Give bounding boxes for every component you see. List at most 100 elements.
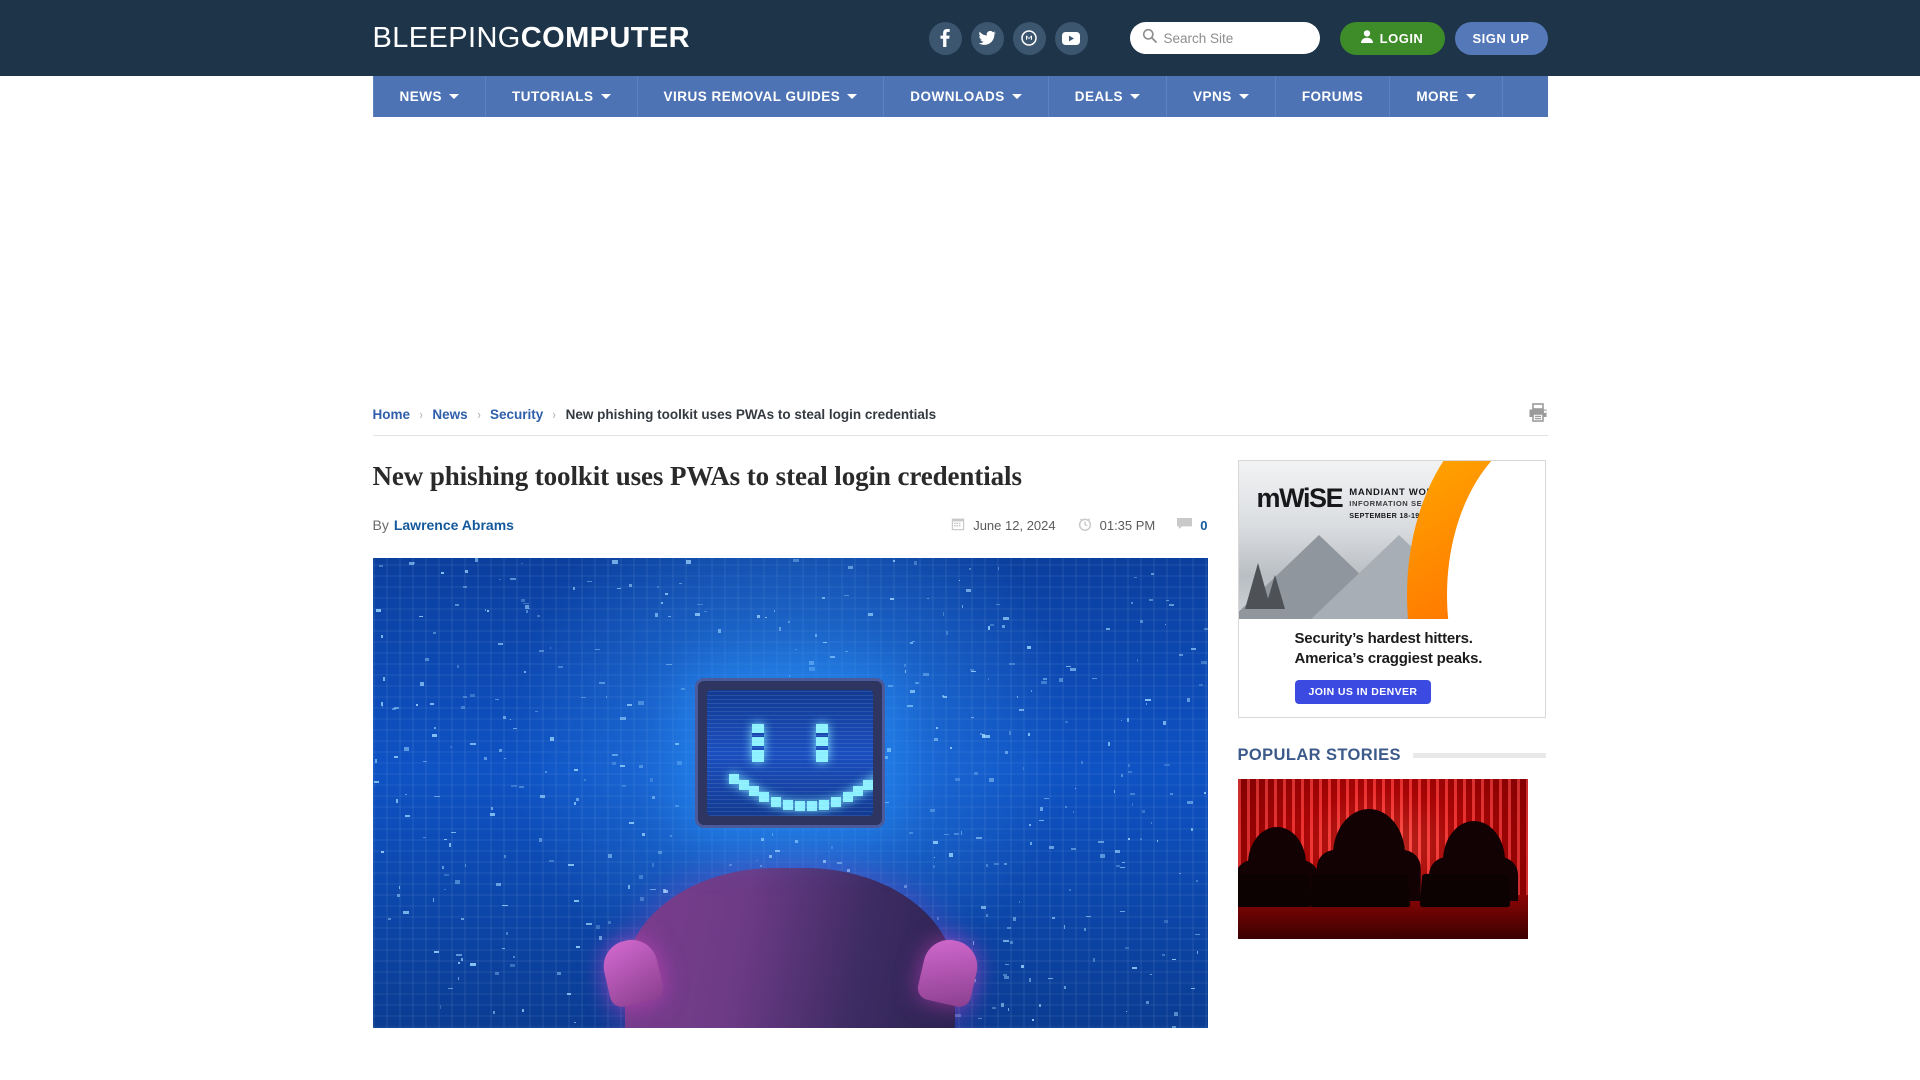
hero-pixel [718,629,721,633]
hero-pixel [937,917,938,920]
hero-pixel [888,685,893,687]
hero-pixel [655,613,658,617]
article-main: New phishing toolkit uses PWAs to steal … [373,460,1208,1028]
hero-pixel [1092,678,1097,679]
chevron-down-icon [847,94,857,99]
hero-pixel [909,832,913,834]
login-button[interactable]: LOGIN [1340,22,1445,55]
hero-pixel [550,647,551,649]
hero-pixel [502,948,505,949]
hero-pixel [966,589,971,592]
hero-pixel [451,832,456,833]
breadcrumb-item-security[interactable]: Security [490,407,543,422]
hero-pixel [457,665,460,668]
hero-pixel [823,642,827,643]
hero-pixel [465,570,468,573]
ad-headline-2: America’s craggiest peaks. [1295,649,1545,669]
nav-item-vpns[interactable]: VPNS [1167,76,1276,117]
mastodon-icon[interactable] [1013,22,1046,55]
hero-pixel [1039,1004,1041,1007]
hero-pixel [461,918,464,920]
hero-pixel [1027,646,1031,648]
hero-pixel [1196,880,1199,882]
hero-pixel [638,701,644,705]
hero-smile-mouth [729,772,851,806]
breadcrumb-item-news[interactable]: News [432,407,467,422]
hero-pixel [499,749,502,752]
nav-item-more[interactable]: MORE [1390,76,1503,117]
hero-pixel [774,610,775,611]
hero-pixel [761,838,765,841]
hero-pixel [1093,958,1095,962]
hero-pixel [955,778,960,781]
hero-pixel [789,675,791,676]
hero-pixel [765,617,767,619]
hero-pixel [1170,793,1173,795]
clock-icon [1078,517,1092,534]
hero-pixel [954,833,960,835]
hero-pixel [848,566,853,569]
hero-pixel [620,717,626,720]
hero-pixel [663,889,666,893]
site-logo[interactable]: BLEEPINGCOMPUTER [373,22,690,55]
hero-pixel [1004,976,1009,979]
hero-pixel [1081,761,1083,763]
hero-pixel [795,649,797,651]
hero-eye-right [816,724,828,762]
hero-pixel [627,704,633,706]
hero-pixel [1106,628,1111,630]
youtube-icon[interactable] [1055,22,1088,55]
hero-pixel [679,583,682,584]
hero-pixel [1125,947,1129,949]
hero-pixel [526,610,528,613]
hero-pixel [1064,925,1065,929]
hero-pixel [1120,867,1124,868]
hero-pixel [1028,733,1030,737]
hero-pixel [639,875,643,879]
nav-item-label: TUTORIALS [512,89,594,104]
nav-item-tutorials[interactable]: TUTORIALS [486,76,638,117]
popular-story-thumbnail[interactable] [1238,779,1528,939]
hero-pixel [697,604,703,605]
hero-pixel [934,738,938,741]
hero-pixel [788,621,791,623]
author-link[interactable]: Lawrence Abrams [394,517,514,533]
hero-pixel [441,572,445,574]
ad-cta-button[interactable]: JOIN US IN DENVER [1295,680,1432,704]
hero-pixel [470,963,476,966]
hero-pixel [1048,978,1052,979]
hero-pixel [1003,974,1007,976]
hero-pixel [907,705,913,707]
logo-text-bold: COMPUTER [521,22,690,54]
nav-item-downloads[interactable]: DOWNLOADS [884,76,1049,117]
hero-pixel [772,833,773,836]
search-box[interactable] [1130,22,1320,54]
hero-pixel [1134,577,1137,578]
nav-item-forums[interactable]: FORUMS [1276,76,1391,117]
hero-pixel [573,587,575,590]
nav-item-deals[interactable]: DEALS [1049,76,1167,117]
breadcrumb-item-home[interactable]: Home [373,407,411,422]
hero-pixel [756,860,758,861]
comment-count[interactable]: 0 [1177,517,1207,533]
hero-pixel [425,658,429,660]
signup-button[interactable]: SIGN UP [1455,22,1548,55]
hero-pixel [423,761,426,763]
hero-pixel [1044,798,1049,800]
hero-pixel [622,785,626,787]
search-input[interactable] [1164,31,1308,46]
sidebar-ad-mwise[interactable]: mWiSE MANDIANT WORLDWIDE INFORMATION SEC… [1238,460,1546,718]
hero-pixel [521,599,525,603]
page-title: New phishing toolkit uses PWAs to steal … [373,460,1208,517]
facebook-icon[interactable] [929,22,962,55]
printer-icon[interactable] [1528,403,1548,427]
hero-pixel [831,846,833,850]
hero-pixel [620,765,625,767]
hero-pixel [650,889,656,890]
twitter-icon[interactable] [971,22,1004,55]
nav-item-news[interactable]: NEWS [373,76,487,117]
nav-item-virus-removal-guides[interactable]: VIRUS REMOVAL GUIDES [638,76,885,117]
hero-pixel [458,962,461,965]
hero-pixel [599,682,605,684]
publish-time-text: 01:35 PM [1100,518,1156,533]
